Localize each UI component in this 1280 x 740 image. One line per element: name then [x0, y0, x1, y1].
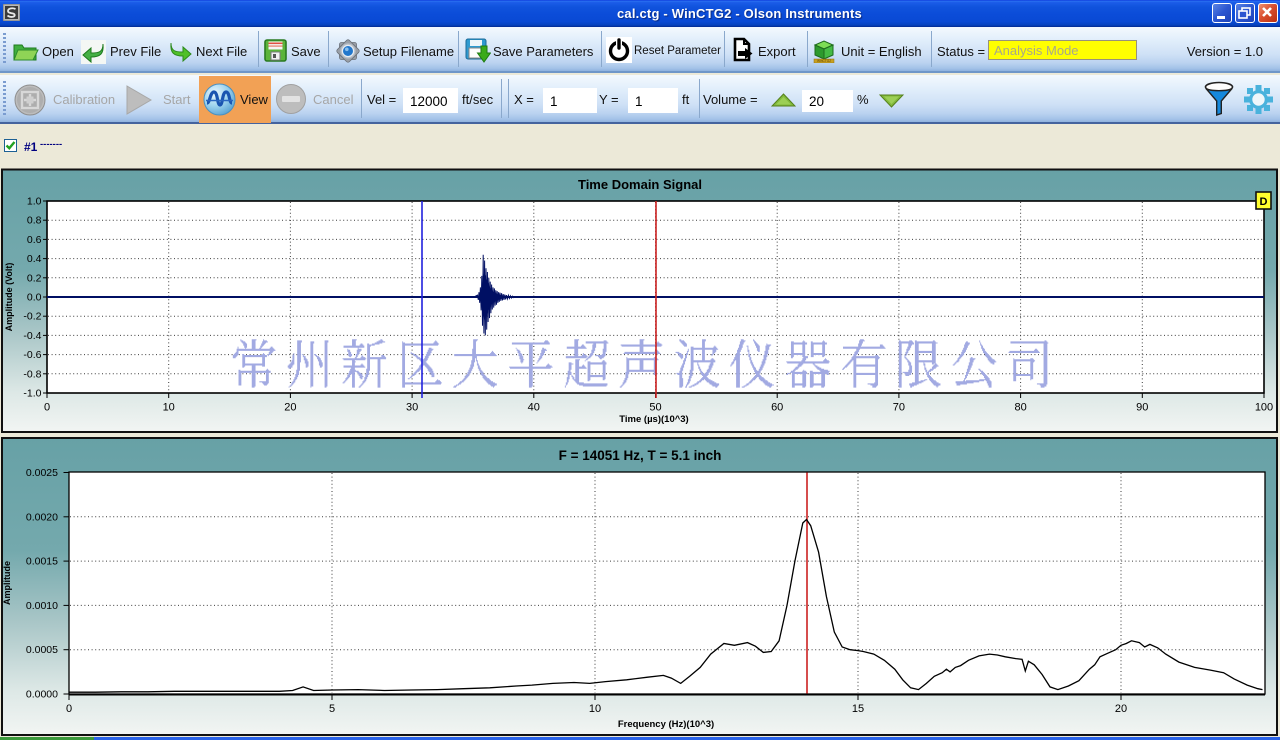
svg-text:0.6: 0.6 — [27, 234, 42, 246]
svg-text:5: 5 — [329, 703, 335, 715]
svg-text:60: 60 — [771, 402, 783, 414]
svg-text:0.0: 0.0 — [27, 292, 42, 304]
svg-text:30: 30 — [406, 402, 418, 414]
svg-text:50: 50 — [649, 402, 661, 414]
svg-text:F = 14051 Hz, T = 5.1 inch: F = 14051 Hz, T = 5.1 inch — [559, 448, 722, 463]
svg-text:0.4: 0.4 — [27, 253, 42, 265]
svg-text:100: 100 — [1255, 402, 1273, 414]
svg-text:10: 10 — [163, 402, 175, 414]
svg-text:-0.8: -0.8 — [23, 368, 41, 380]
svg-text:0: 0 — [66, 703, 72, 715]
svg-text:D: D — [1260, 196, 1268, 208]
svg-text:Time (µs)(10^3): Time (µs)(10^3) — [619, 414, 688, 425]
svg-text:-1.0: -1.0 — [23, 388, 41, 400]
svg-text:0.2: 0.2 — [27, 272, 42, 284]
svg-text:40: 40 — [528, 402, 540, 414]
svg-text:0.0020: 0.0020 — [26, 511, 58, 523]
svg-text:-0.6: -0.6 — [23, 349, 41, 361]
svg-text:-0.2: -0.2 — [23, 311, 41, 323]
svg-text:1.0: 1.0 — [27, 196, 42, 208]
svg-text:0.0010: 0.0010 — [26, 600, 58, 612]
svg-text:80: 80 — [1014, 402, 1026, 414]
svg-text:90: 90 — [1136, 402, 1148, 414]
svg-text:0.8: 0.8 — [27, 215, 42, 227]
svg-text:0: 0 — [44, 402, 50, 414]
svg-text:Frequency (Hz)(10^3): Frequency (Hz)(10^3) — [618, 719, 714, 730]
svg-text:0.0015: 0.0015 — [26, 556, 58, 568]
svg-text:Time Domain Signal: Time Domain Signal — [578, 177, 702, 192]
svg-text:Amplitude: Amplitude — [2, 561, 12, 605]
svg-text:15: 15 — [852, 703, 864, 715]
svg-text:Amplitude (Volt): Amplitude (Volt) — [4, 263, 14, 332]
svg-text:0.0005: 0.0005 — [26, 644, 58, 656]
svg-text:0.0025: 0.0025 — [26, 467, 58, 479]
svg-text:-0.4: -0.4 — [23, 330, 41, 342]
svg-text:20: 20 — [1115, 703, 1127, 715]
svg-text:10: 10 — [589, 703, 601, 715]
svg-text:0.0000: 0.0000 — [26, 689, 58, 701]
svg-text:70: 70 — [893, 402, 905, 414]
svg-text:20: 20 — [284, 402, 296, 414]
